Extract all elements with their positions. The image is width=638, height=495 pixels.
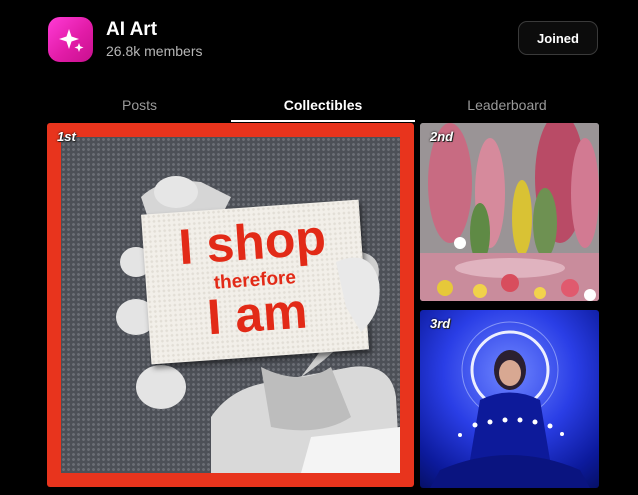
active-tab-indicator	[231, 120, 415, 122]
tab-bar: Posts Collectibles Leaderboard	[48, 88, 599, 122]
community-avatar[interactable]	[48, 17, 93, 62]
tab-leaderboard[interactable]: Leaderboard	[415, 88, 599, 122]
tab-collectibles[interactable]: Collectibles	[231, 88, 415, 122]
community-header: AI Art 26.8k members Joined	[0, 0, 638, 80]
collectible-image	[430, 321, 590, 488]
collectible-tile-3[interactable]: 3rd	[420, 310, 599, 488]
thumb-illustration	[336, 257, 380, 332]
tab-posts[interactable]: Posts	[48, 88, 231, 122]
rank-label: 2nd	[430, 129, 454, 144]
member-count: 26.8k members	[106, 43, 203, 59]
collectible-image: I shop therefore I am	[61, 137, 400, 473]
joined-button[interactable]: Joined	[518, 21, 598, 55]
rank-label: 1st	[57, 129, 76, 144]
collectible-tile-1[interactable]: 1st I shop therefore I am	[47, 123, 414, 487]
rank-label: 3rd	[430, 316, 451, 331]
community-title: AI Art	[106, 19, 158, 40]
collectible-image	[420, 123, 599, 301]
sparkles-icon	[58, 28, 83, 52]
collectible-tile-2[interactable]: 2nd	[420, 123, 599, 301]
